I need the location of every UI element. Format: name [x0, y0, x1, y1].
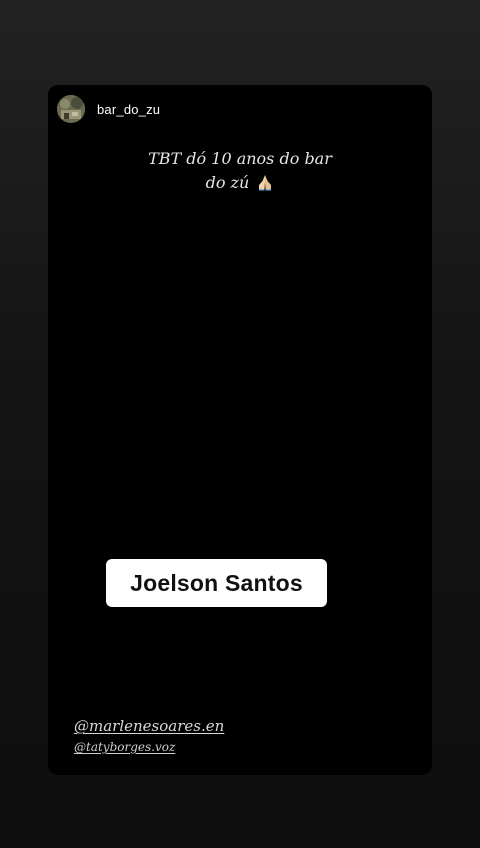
story-username[interactable]: bar_do_zu [97, 102, 160, 117]
caption-line-2-wrap: do zú [48, 171, 432, 195]
profile-photo-icon[interactable] [57, 95, 85, 123]
caption-line-1: TBT dó 10 anos do bar [148, 149, 332, 168]
caption-line-2: do zú [205, 173, 250, 192]
story-header: bar_do_zu [57, 94, 160, 124]
mention-link-2[interactable]: @tatyborges.voz [74, 740, 175, 754]
mention-link-1[interactable]: @marlenesoares.en [74, 717, 224, 735]
story-caption: TBT dó 10 anos do bar do zú [48, 147, 432, 195]
screen: bar_do_zu TBT dó 10 anos do bar do zú Jo… [0, 0, 480, 848]
story-card[interactable]: bar_do_zu TBT dó 10 anos do bar do zú Jo… [48, 85, 432, 775]
name-sticker-text: Joelson Santos [130, 569, 303, 596]
praying-hands-icon [256, 173, 274, 191]
name-sticker[interactable]: Joelson Santos [106, 559, 327, 607]
